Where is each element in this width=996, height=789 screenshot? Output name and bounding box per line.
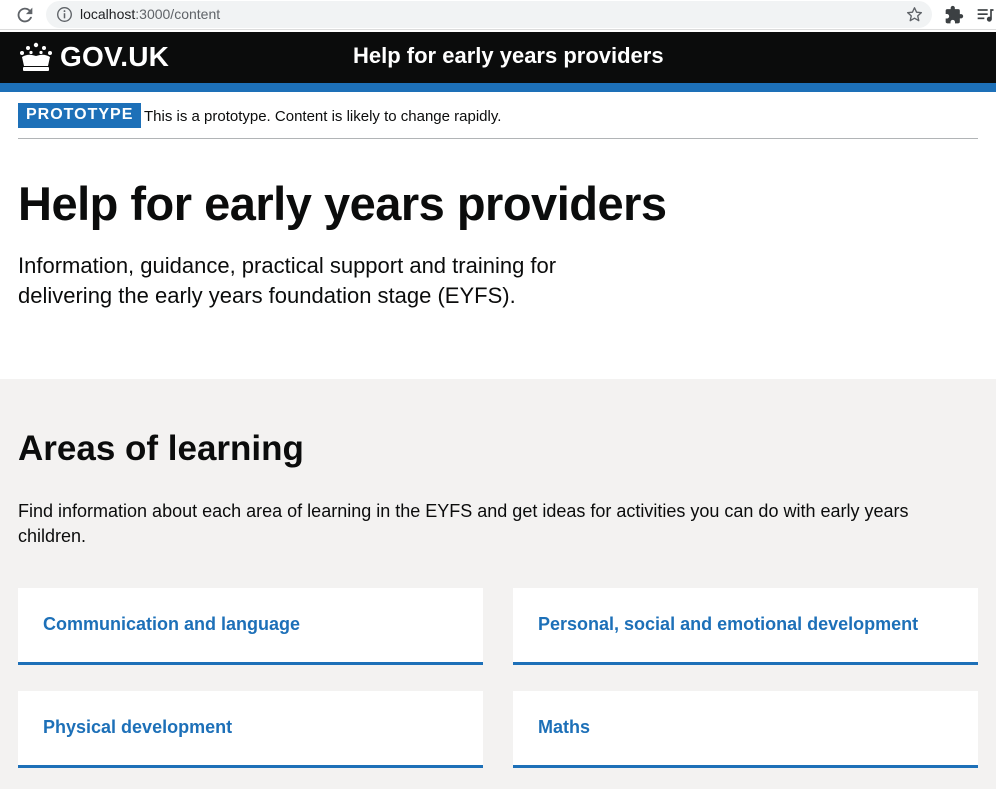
area-link-communication-and-language[interactable]: Communication and language (43, 614, 300, 635)
areas-of-learning-section: Areas of learning Find information about… (0, 379, 996, 789)
area-link-personal-social-emotional[interactable]: Personal, social and emotional developme… (538, 614, 918, 635)
area-link-maths[interactable]: Maths (538, 717, 590, 738)
reading-list-icon[interactable] (976, 5, 996, 25)
service-name-link[interactable]: Help for early years providers (353, 43, 664, 69)
area-card-maths: Maths (513, 691, 978, 768)
crown-icon (20, 42, 52, 71)
browser-toolbar: localhost:3000/content (0, 0, 996, 30)
page-title: Help for early years providers (18, 177, 667, 230)
govuk-logo-text: GOV.UK (60, 41, 170, 72)
info-icon[interactable] (56, 6, 73, 23)
address-bar[interactable]: localhost:3000/content (46, 1, 932, 28)
area-link-physical-development[interactable]: Physical development (43, 717, 232, 738)
url-host: localhost (80, 6, 136, 22)
bookmark-star-icon[interactable] (905, 5, 924, 24)
phase-banner-text: This is a prototype. Content is likely t… (144, 108, 502, 125)
area-card-personal-social-emotional: Personal, social and emotional developme… (513, 588, 978, 665)
areas-intro: Find information about each area of lear… (18, 501, 909, 546)
areas-heading: Areas of learning (18, 429, 304, 468)
phase-banner: PROTOTYPE This is a prototype. Content i… (18, 103, 978, 139)
reload-icon[interactable] (14, 4, 36, 26)
govuk-header: GOV.UK Help for early years providers (0, 32, 996, 83)
header-blue-bar (0, 83, 996, 92)
page-lede: Information, guidance, practical support… (18, 253, 557, 308)
url-path: :3000/content (135, 6, 221, 22)
area-card-communication-and-language: Communication and language (18, 588, 483, 665)
phase-tag: PROTOTYPE (18, 103, 142, 128)
url-text: localhost:3000/content (80, 6, 220, 22)
extensions-puzzle-icon[interactable] (944, 5, 964, 25)
govuk-logo-link[interactable]: GOV.UK (18, 41, 169, 73)
area-card-physical-development: Physical development (18, 691, 483, 768)
